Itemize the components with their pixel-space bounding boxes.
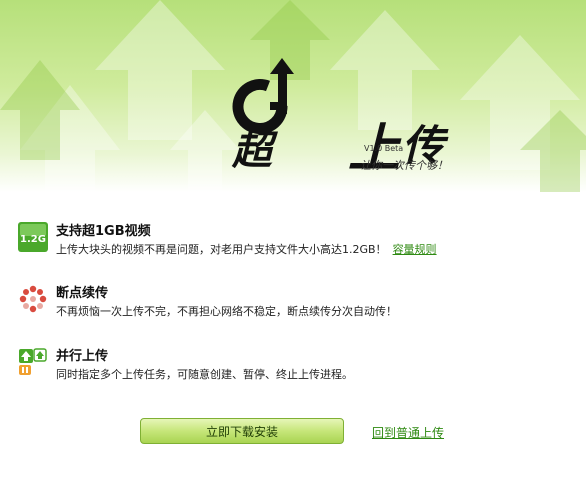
logo-g-arrow-icon xyxy=(232,58,294,134)
feature-desc: 上传大块头的视频不再是问题，对老用户支持文件大小高达1.2GB！ xyxy=(56,243,387,256)
feature-desc: 不再烦恼一次上传不完，不再担心网络不稳定，断点续传分次自动传！ xyxy=(56,305,397,318)
feature-title: 断点续传 xyxy=(56,286,109,301)
resume-icon xyxy=(19,285,47,313)
header-banner: 超 上 传 V1.0 Beta 让你一次传个够！ xyxy=(0,0,586,192)
feature-title: 并行上传 xyxy=(56,349,109,364)
back-to-normal-upload-link[interactable]: 回到普通上传 xyxy=(372,424,444,441)
slogan-text: 让你一次传个够！ xyxy=(360,159,448,172)
version-label: V1.0 Beta xyxy=(364,144,404,153)
size-1-2g-icon: 1.2G xyxy=(18,222,48,252)
app-logo: 超 上 传 V1.0 Beta 让你一次传个够！ xyxy=(232,58,472,179)
feature-desc: 同时指定多个上传任务，可随意创建、暂停、终止上传进程。 xyxy=(56,368,353,381)
parallel-upload-icon xyxy=(19,348,47,375)
svg-text:1.2G: 1.2G xyxy=(20,234,46,245)
feature-desc-row: 上传大块头的视频不再是问题，对老用户支持文件大小高达1.2GB！ 容量规则 xyxy=(56,241,437,257)
feature-parallel-upload: 并行上传 同时指定多个上传任务，可随意创建、暂停、终止上传进程。 xyxy=(18,345,558,385)
feature-large-video: 1.2G 支持超1GB视频 上传大块头的视频不再是问题，对老用户支持文件大小高达… xyxy=(18,220,558,260)
feature-title: 支持超1GB视频 xyxy=(56,224,151,239)
feature-resume-upload: 断点续传 不再烦恼一次上传不完，不再担心网络不稳定，断点续传分次自动传！ xyxy=(18,282,558,322)
install-now-button[interactable]: 立即下载安装 xyxy=(140,418,344,444)
capacity-rules-link[interactable]: 容量规则 xyxy=(393,243,437,256)
